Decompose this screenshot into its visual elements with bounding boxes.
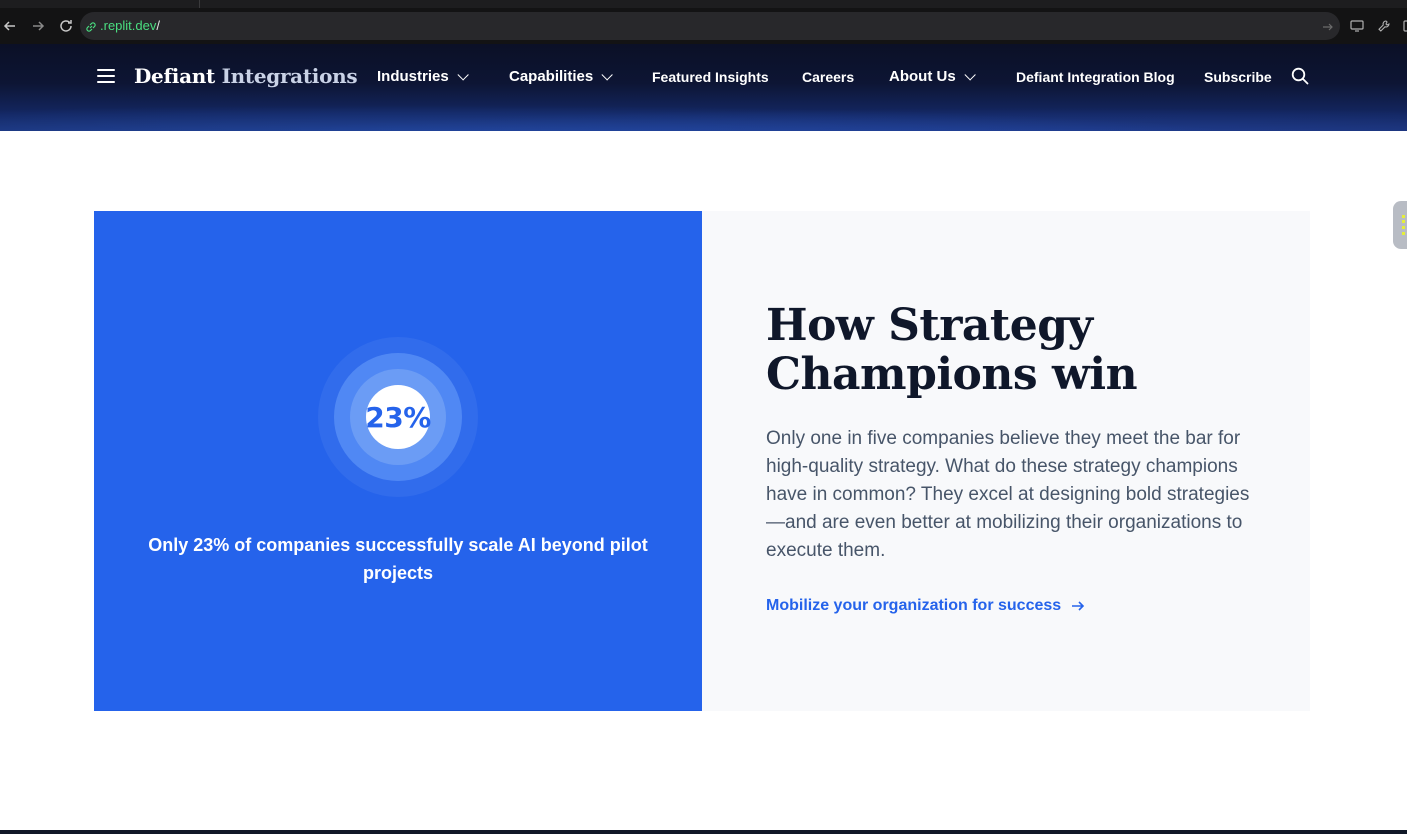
link-icon [85, 20, 97, 38]
stat-rings-graphic: 23% [318, 337, 478, 497]
back-arrow-icon[interactable] [0, 16, 20, 36]
nav-featured-insights-label: Featured Insights [652, 69, 769, 85]
forward-arrow-icon[interactable] [28, 16, 48, 36]
section-body: Only one in five companies believe they … [766, 428, 1250, 561]
nav-capabilities-label: Capabilities [509, 68, 594, 85]
nav-about-us-label: About Us [889, 68, 956, 85]
chevron-down-icon [601, 68, 613, 81]
brand-primary: Defiant [134, 64, 215, 88]
nav-industries-label: Industries [377, 68, 449, 85]
nav-about-us[interactable]: About Us [889, 68, 976, 85]
info-panel: How Strategy Champions win Only one in f… [702, 211, 1310, 711]
section-headline: How Strategy Champions win [766, 300, 1138, 400]
mobilize-cta-link[interactable]: Mobilize your organization for success [766, 597, 1085, 615]
nav-blog[interactable]: Defiant Integration Blog [1016, 69, 1175, 85]
hamburger-menu-icon[interactable] [97, 69, 115, 83]
nav-industries[interactable]: Industries [377, 68, 469, 85]
search-icon[interactable] [1291, 67, 1309, 85]
address-bar[interactable]: .replit.dev/ [80, 12, 1340, 40]
nav-careers-label: Careers [802, 69, 855, 85]
chevron-down-icon [964, 68, 976, 81]
nav-careers[interactable]: Careers [802, 69, 854, 85]
nav-capabilities[interactable]: Capabilities [509, 68, 613, 85]
bottom-edge [0, 830, 1407, 834]
sidebar-toggle-icon[interactable] [1398, 16, 1407, 36]
browser-tab[interactable] [0, 0, 200, 8]
monitor-icon[interactable] [1347, 16, 1367, 36]
url-host: .replit.dev [100, 18, 157, 33]
chevron-down-icon [457, 68, 469, 81]
nav-featured-insights[interactable]: Featured Insights [652, 69, 769, 85]
nav-subscribe-label: Subscribe [1204, 69, 1272, 85]
url-text: .replit.dev/ [100, 18, 160, 33]
widget-handle-icon [1402, 215, 1407, 235]
reload-icon[interactable] [56, 16, 76, 36]
nav-subscribe[interactable]: Subscribe [1204, 69, 1272, 85]
url-path: / [156, 18, 160, 33]
browser-toolbar: .replit.dev/ [0, 8, 1407, 44]
stat-panel: 23% Only 23% of companies successfully s… [94, 211, 702, 711]
brand-logo[interactable]: Defiant Integrations [134, 64, 358, 88]
brand-accent: Integrations [221, 64, 358, 88]
stat-value: 23% [365, 400, 431, 434]
arrow-right-icon [1072, 601, 1085, 611]
wrench-icon[interactable] [1374, 16, 1394, 36]
site-header: Defiant Integrations Industries Capabili… [0, 44, 1407, 131]
cta-label: Mobilize your organization for success [766, 597, 1062, 614]
browser-tab-strip [0, 0, 1407, 8]
nav-blog-label: Defiant Integration Blog [1016, 69, 1175, 85]
side-feedback-widget[interactable] [1393, 201, 1407, 249]
stat-value-circle: 23% [365, 385, 431, 449]
stat-caption: Only 23% of companies successfully scale… [148, 535, 648, 583]
send-icon[interactable] [1322, 20, 1334, 38]
header-glow [0, 99, 1407, 131]
